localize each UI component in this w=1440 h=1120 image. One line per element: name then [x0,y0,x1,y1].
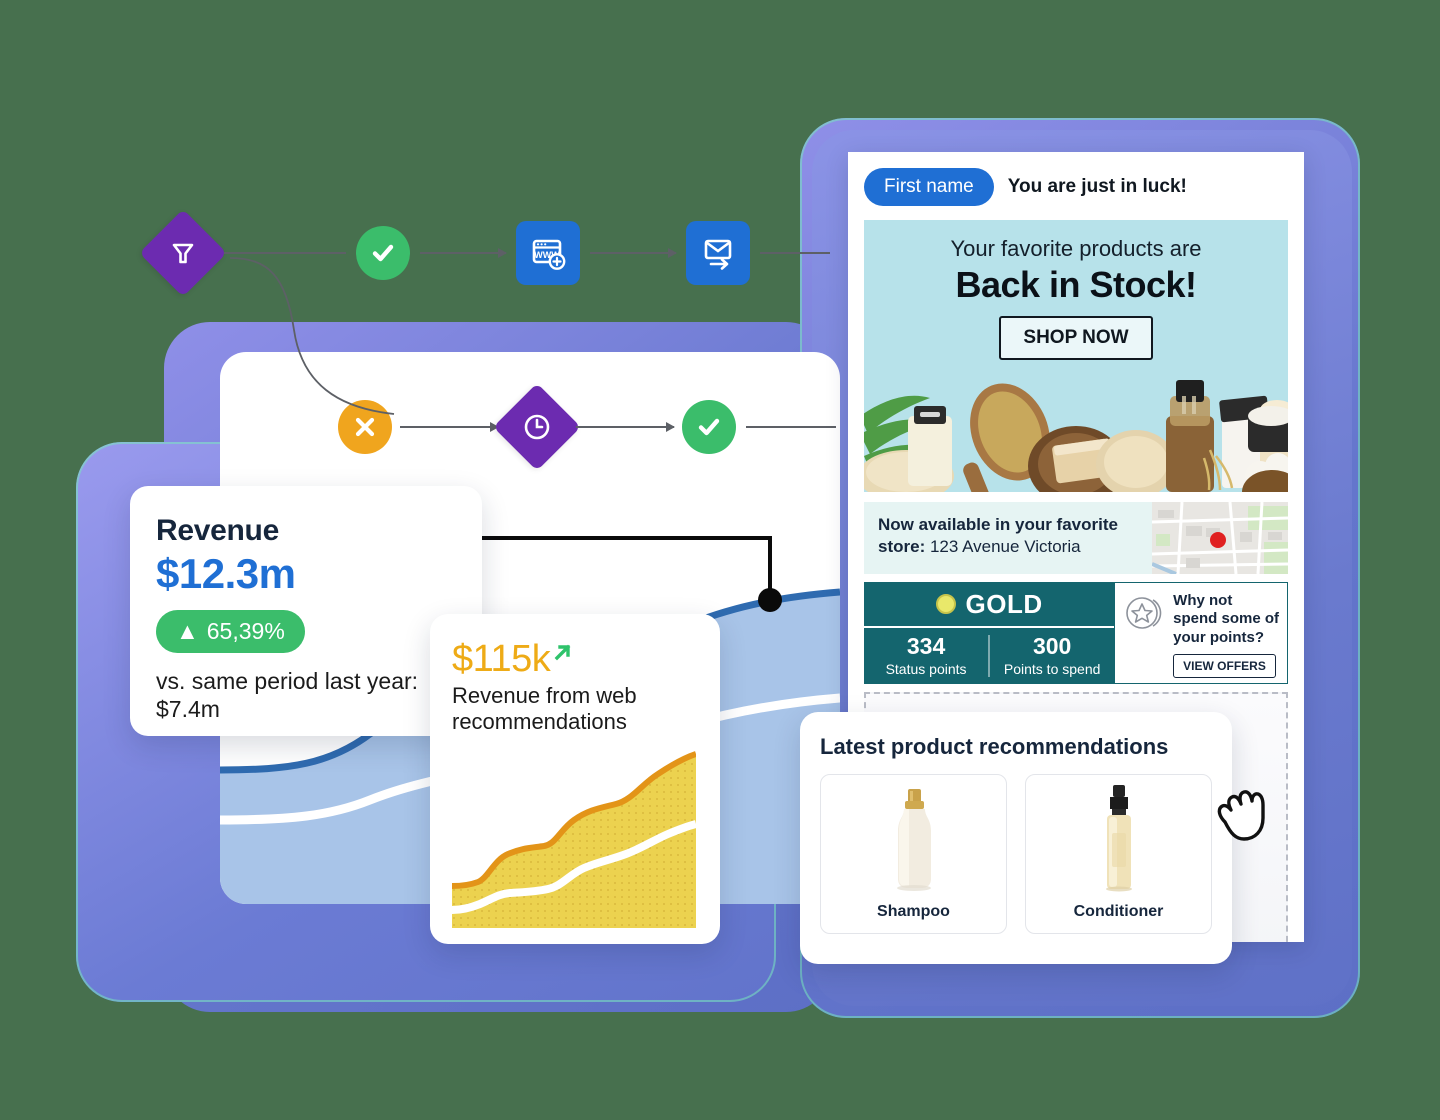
workflow-branch-connector [229,257,395,415]
revenue-change-value: 65,39% [206,618,285,644]
loyalty-tier-panel: GOLD 334 Status points 300 Points to spe… [864,582,1115,684]
conditioner-bottle-icon [1105,785,1132,892]
web-revenue-stat-card: $115k Revenue from web recommendations [430,614,720,944]
email-subject-text: You are just in luck! [1007,176,1187,197]
loyalty-offer-text: Why not spend some of your points? [1173,592,1280,646]
funnel-icon [139,209,227,297]
web-revenue-value-row: $115k [452,638,698,681]
email-send-icon [686,221,750,285]
loyalty-stat-status: 334 Status points [864,633,988,678]
web-revenue-subtitle: Revenue from web recommendations [452,683,637,735]
loyalty-stat-spend: 300 Points to spend [988,635,1114,677]
conditioner-bottle-image [1026,775,1211,903]
workflow-connector [576,422,675,432]
www-add-icon: WWW [516,221,580,285]
workflow-connector [590,248,677,258]
star-coin-icon [1126,597,1162,629]
workflow-connector [760,252,830,254]
workflow-node-send-email[interactable] [686,221,750,285]
product-name: Shampoo [877,903,950,920]
check-icon [682,400,736,454]
shampoo-bottle-icon [896,789,931,891]
loyalty-stats: 334 Status points 300 Points to spend [864,628,1114,684]
trend-up-icon: ▲ [176,618,199,644]
workflow-node-webpage[interactable]: WWW [516,221,580,285]
hero-line-1: Your favorite products are [950,236,1202,261]
arrow-up-right-icon [554,644,571,661]
store-availability-text: Now available in your favorite store: 12… [864,502,1152,574]
view-offers-button[interactable]: VIEW OFFERS [1173,653,1276,678]
product-tile-shampoo[interactable]: Shampoo [820,774,1007,934]
product-name: Conditioner [1073,903,1164,920]
revenue-card-value: $12.3m [156,550,296,597]
grab-hand-cursor [1217,790,1265,841]
web-revenue-chart [451,750,698,928]
hero-copy: Your favorite products are Back in Stock… [864,236,1288,360]
clock-icon [493,383,581,471]
product-tile-conditioner[interactable]: Conditioner [1025,774,1212,934]
loyalty-tier-header: GOLD [864,582,1115,628]
shampoo-bottle-image [821,775,1006,903]
email-hero-banner[interactable]: Your favorite products are Back in Stock… [864,220,1288,492]
workflow-connector [420,248,507,258]
revenue-card-title: Revenue [156,514,279,547]
recommendations-title: Latest product recommendations [820,734,1169,759]
shop-now-button[interactable]: SHOP NOW [999,316,1153,360]
store-availability-block: Now available in your favorite store: 12… [864,502,1288,574]
gold-coin-icon [935,594,956,614]
status-points-value: 334 [906,633,946,659]
workflow-node-success-2[interactable] [682,400,736,454]
illustration-stage: WWW Revenue $12.3m ▲ 65,39% vs. same per… [0,0,1440,1120]
revenue-comparison-note: vs. same period last year: $7.4m [156,668,419,723]
loyalty-tier-name: GOLD [965,588,1043,619]
spend-points-value: 300 [1032,633,1072,659]
spend-points-label: Points to spend [1003,661,1101,677]
workflow-node-filter[interactable] [139,209,227,297]
map-graphic [1152,502,1288,574]
first-name-token[interactable]: First name [864,168,994,206]
loyalty-offer-panel: Why not spend some of your points? VIEW … [1114,582,1289,684]
store-address: 123 Avenue Victoria [929,536,1081,556]
hero-line-2: Back in Stock! [955,264,1197,305]
recommendations-card: Latest product recommendations Shampoo C… [800,712,1232,964]
workflow-node-wait[interactable] [493,383,581,471]
status-points-label: Status points [885,661,967,677]
map-pin-icon [1210,532,1226,548]
loyalty-offer-content: Why not spend some of your points? VIEW … [1173,592,1279,678]
workflow-connector [746,426,836,428]
recommendations-grid: Shampoo Conditioner [820,774,1212,934]
revenue-change-badge: ▲ 65,39% [156,610,305,653]
loyalty-block: GOLD 334 Status points 300 Points to spe… [864,582,1289,684]
web-revenue-value: $115k [452,638,551,680]
store-map-thumbnail[interactable] [1152,502,1288,574]
email-header: First name You are just in luck! [848,152,1304,220]
